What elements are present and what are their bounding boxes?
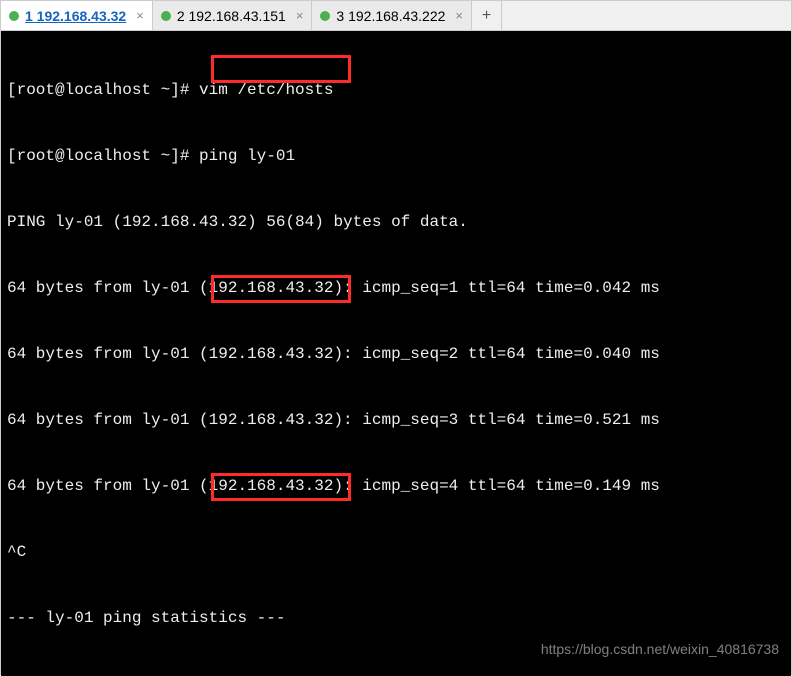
new-tab-button[interactable]: +: [472, 1, 502, 30]
tab-label: 2 192.168.43.151: [177, 8, 286, 24]
watermark: https://blog.csdn.net/weixin_40816738: [541, 638, 779, 660]
status-dot-icon: [320, 11, 330, 21]
terminal-line: [root@localhost ~]# vim /etc/hosts: [7, 79, 785, 101]
close-icon[interactable]: ×: [455, 8, 463, 23]
tab-2[interactable]: 2 192.168.43.151 ×: [153, 1, 313, 30]
terminal-line: 64 bytes from ly-01 (192.168.43.32): icm…: [7, 475, 785, 497]
tab-label: 3 192.168.43.222: [336, 8, 445, 24]
terminal[interactable]: [root@localhost ~]# vim /etc/hosts [root…: [1, 31, 791, 676]
plus-icon: +: [482, 7, 491, 25]
terminal-line: ^C: [7, 541, 785, 563]
tab-bar: 1 192.168.43.32 × 2 192.168.43.151 × 3 1…: [1, 1, 791, 31]
close-icon[interactable]: ×: [136, 8, 144, 23]
close-icon[interactable]: ×: [296, 8, 304, 23]
tab-label: 1 192.168.43.32: [25, 8, 126, 24]
terminal-line: 64 bytes from ly-01 (192.168.43.32): icm…: [7, 409, 785, 431]
terminal-line: 64 bytes from ly-01 (192.168.43.32): icm…: [7, 343, 785, 365]
status-dot-icon: [9, 11, 19, 21]
terminal-line: --- ly-01 ping statistics ---: [7, 607, 785, 629]
terminal-line: PING ly-01 (192.168.43.32) 56(84) bytes …: [7, 211, 785, 233]
terminal-line: 64 bytes from ly-01 (192.168.43.32): icm…: [7, 277, 785, 299]
terminal-line: [root@localhost ~]# ping ly-01: [7, 145, 785, 167]
tab-1[interactable]: 1 192.168.43.32 ×: [1, 1, 153, 30]
tab-3[interactable]: 3 192.168.43.222 ×: [312, 1, 472, 30]
status-dot-icon: [161, 11, 171, 21]
